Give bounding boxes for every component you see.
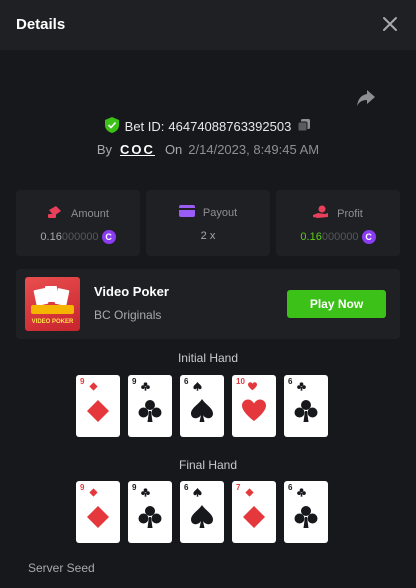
club-icon bbox=[138, 399, 162, 423]
final-hand: 9 9 6 7 6 bbox=[76, 481, 336, 543]
coin-icon: C bbox=[361, 230, 376, 244]
spade-icon bbox=[190, 505, 214, 529]
playing-card[interactable]: 10 bbox=[232, 375, 276, 437]
game-card: VIDEO POKER Video Poker BC Originals Pla… bbox=[16, 269, 400, 339]
diamond-icon bbox=[245, 484, 254, 497]
initial-hand: 9 9 6 10 6 bbox=[76, 375, 336, 437]
payout-value: 2 x bbox=[200, 230, 216, 242]
diamond-icon bbox=[86, 399, 110, 423]
playing-card[interactable]: 9 bbox=[76, 481, 120, 543]
payout-stat: Payout 2 x bbox=[146, 190, 270, 256]
diamond-icon bbox=[89, 378, 98, 391]
card-rank: 6 bbox=[184, 377, 189, 386]
club-icon bbox=[138, 505, 162, 529]
payout-label: Payout bbox=[202, 206, 238, 219]
initial-hand-title: Initial Hand bbox=[177, 351, 239, 365]
diamond-icon bbox=[242, 505, 266, 529]
club-icon bbox=[141, 378, 150, 391]
playing-card[interactable]: 6 bbox=[180, 481, 224, 543]
play-now-button[interactable]: Play Now bbox=[287, 290, 386, 318]
details-header: Details bbox=[0, 0, 416, 50]
card-rank: 10 bbox=[236, 377, 245, 386]
bet-id-value: 46474088763392503 bbox=[168, 118, 292, 134]
playing-card[interactable]: 9 bbox=[128, 481, 172, 543]
club-icon bbox=[141, 484, 150, 497]
card-rank: 9 bbox=[80, 483, 85, 492]
club-icon bbox=[297, 378, 306, 391]
amount-value: 0.16000000 bbox=[40, 231, 99, 243]
hand-coin-icon bbox=[313, 205, 329, 222]
club-icon bbox=[294, 505, 318, 529]
card-rank: 6 bbox=[184, 483, 189, 492]
close-icon[interactable] bbox=[380, 14, 400, 34]
card-rank: 9 bbox=[80, 377, 85, 386]
club-icon bbox=[297, 484, 306, 497]
verified-shield-icon bbox=[104, 116, 119, 136]
server-seed-label: Server Seed bbox=[28, 561, 95, 575]
playing-card[interactable]: 7 bbox=[232, 481, 276, 543]
card-rank: 9 bbox=[132, 377, 137, 386]
playing-card[interactable]: 6 bbox=[284, 375, 328, 437]
copy-icon[interactable] bbox=[297, 118, 311, 135]
card-rank: 6 bbox=[288, 483, 293, 492]
profit-stat: Profit 0.16000000 C bbox=[276, 190, 400, 256]
bet-id-label: Bet ID: bbox=[124, 118, 165, 134]
card-rank: 9 bbox=[132, 483, 137, 492]
playing-card[interactable]: 9 bbox=[128, 375, 172, 437]
card-rank: 7 bbox=[236, 483, 241, 492]
playing-card[interactable]: 6 bbox=[284, 481, 328, 543]
card-icon bbox=[178, 205, 195, 220]
money-icon bbox=[47, 205, 63, 222]
bet-date: 2/14/2023, 8:49:45 AM bbox=[188, 141, 320, 157]
playing-card[interactable]: 6 bbox=[180, 375, 224, 437]
page-title: Details bbox=[16, 16, 66, 33]
spade-icon bbox=[193, 484, 202, 497]
profit-value: 0.16000000 bbox=[300, 231, 359, 243]
spade-icon bbox=[190, 399, 214, 423]
bet-id-row: Bet ID: 46474088763392503 bbox=[0, 116, 416, 136]
heart-icon bbox=[242, 399, 266, 423]
game-name: Video Poker bbox=[94, 284, 169, 299]
user-link[interactable]: COC bbox=[120, 142, 155, 157]
amount-stat: Amount 0.16000000 C bbox=[16, 190, 140, 256]
playing-card[interactable]: 9 bbox=[76, 375, 120, 437]
bet-meta-row: By COC On 2/14/2023, 8:49:45 AM bbox=[0, 139, 416, 159]
heart-icon bbox=[248, 378, 257, 391]
card-rank: 6 bbox=[288, 377, 293, 386]
spade-icon bbox=[193, 378, 202, 391]
on-label: On bbox=[164, 141, 183, 157]
game-thumb-label: VIDEO POKER bbox=[31, 319, 74, 325]
diamond-icon bbox=[89, 484, 98, 497]
club-icon bbox=[294, 399, 318, 423]
diamond-icon bbox=[86, 505, 110, 529]
game-thumbnail[interactable]: VIDEO POKER bbox=[25, 277, 80, 331]
profit-label: Profit bbox=[337, 207, 363, 220]
final-hand-title: Final Hand bbox=[178, 458, 238, 472]
amount-label: Amount bbox=[71, 207, 109, 220]
by-label: By bbox=[96, 141, 113, 157]
coin-icon: C bbox=[101, 230, 116, 244]
share-icon[interactable] bbox=[355, 88, 377, 108]
game-provider: BC Originals bbox=[94, 308, 162, 322]
bet-stats: Amount 0.16000000 C Payout 2 x Profit 0.… bbox=[16, 190, 400, 256]
